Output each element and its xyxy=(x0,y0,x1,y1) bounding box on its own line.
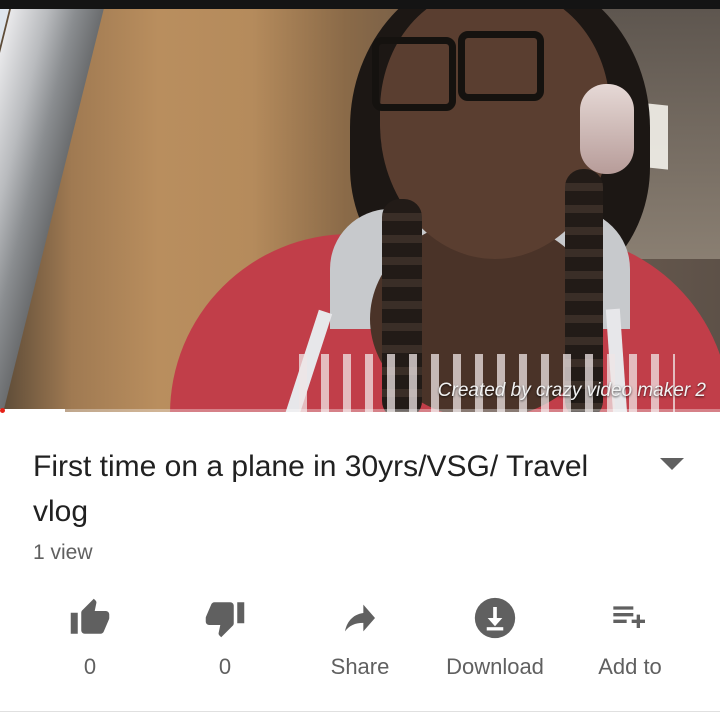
share-label: Share xyxy=(330,654,390,679)
dislike-count: 0 xyxy=(218,654,232,679)
download-button[interactable]: Download xyxy=(435,594,555,694)
video-frame-detail xyxy=(458,31,544,101)
status-bar xyxy=(0,0,720,9)
download-icon xyxy=(471,594,519,642)
video-frame-detail xyxy=(372,37,456,111)
progress-fill xyxy=(0,409,65,412)
like-button[interactable]: 0 xyxy=(30,594,150,694)
share-button[interactable]: Share xyxy=(300,594,420,694)
video-title: First time on a plane in 30yrs/VSG/ Trav… xyxy=(33,450,589,528)
action-bar: 0 0 Share Download Add to xyxy=(30,594,690,694)
thumbs-down-icon xyxy=(201,594,249,642)
video-progress-bar[interactable] xyxy=(0,408,720,413)
download-label: Download xyxy=(446,654,544,679)
add-to-playlist-icon xyxy=(606,594,654,642)
video-frame-detail xyxy=(580,84,634,174)
expand-description-icon[interactable] xyxy=(660,458,684,470)
video-frame-detail xyxy=(0,9,105,412)
add-to-label: Add to xyxy=(598,654,662,679)
divider xyxy=(0,711,720,712)
share-icon xyxy=(336,594,384,642)
thumbs-up-icon xyxy=(66,594,114,642)
video-watermark: Created by crazy video maker 2 xyxy=(437,380,706,401)
like-count: 0 xyxy=(83,654,97,679)
progress-scrubber[interactable] xyxy=(0,408,5,413)
video-player[interactable]: Created by crazy video maker 2 xyxy=(0,9,720,412)
view-count: 1 view xyxy=(33,541,93,564)
add-to-button[interactable]: Add to xyxy=(570,594,690,694)
dislike-button[interactable]: 0 xyxy=(165,594,285,694)
